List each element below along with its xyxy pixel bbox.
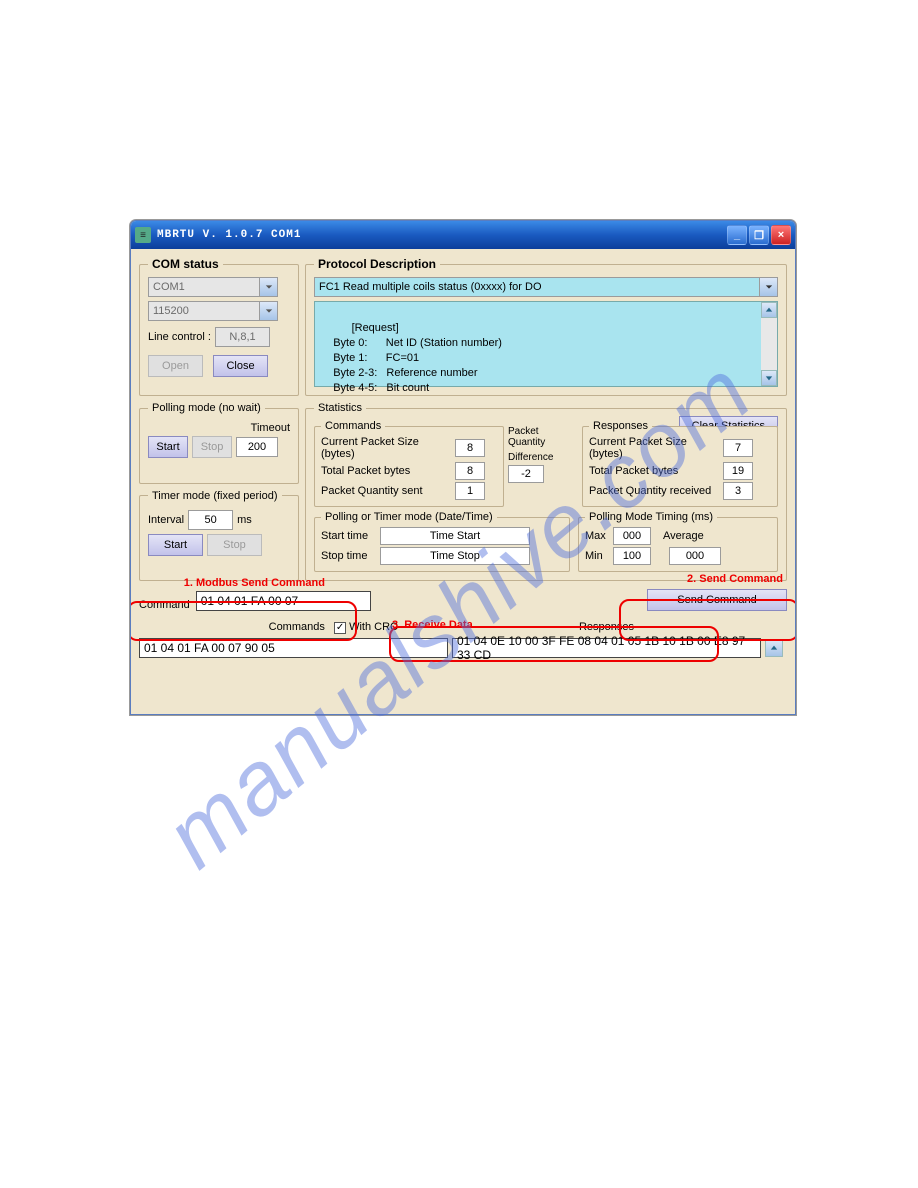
timer-start-button[interactable]: Start [148,534,203,556]
annotation-2-label: 2. Send Command [687,573,783,585]
app-window: ≡ MBRTU V. 1.0.7 COM1 _ ❐ × COM status C… [130,220,796,715]
sent-command-field: 01 04 01 FA 00 07 90 05 [139,638,448,658]
responses-stats-group: Responses Current Packet Size (bytes)7 T… [582,420,778,507]
cmd-tpb-label: Total Packet bytes [321,465,451,477]
timeout-field[interactable]: 200 [236,437,278,457]
cmd-pqs-value: 1 [455,482,485,500]
cmd-cps-label: Current Packet Size (bytes) [321,436,451,460]
min-label: Min [585,550,609,562]
polling-datetime-group: Polling or Timer mode (Date/Time) Start … [314,511,570,572]
chevron-down-icon [759,278,777,296]
ms-label: ms [237,514,252,526]
max-value: 000 [613,527,651,545]
chevron-down-icon [259,278,277,296]
with-crc-checkbox[interactable]: ✓ [334,622,346,634]
line-control-label: Line control : [148,331,211,343]
polling-datetime-legend: Polling or Timer mode (Date/Time) [321,511,497,523]
protocol-text: [Request] Byte 0: Net ID (Station number… [314,301,778,387]
resp-tpb-value: 19 [723,462,753,480]
min-value: 100 [613,547,651,565]
annotation-3-label: 3. Receive Data [392,619,473,631]
function-code-value: FC1 Read multiple coils status (0xxxx) f… [319,281,542,293]
cmd-pqs-label: Packet Quantity sent [321,485,451,497]
polling-mode-legend: Polling mode (no wait) [148,402,265,414]
com-status-group: COM status COM1 115200 Line control : N,… [139,257,299,396]
chevron-down-icon [259,302,277,320]
com-status-legend: COM status [148,257,223,271]
statistics-group: Statistics Clear Statistics Commands Cur… [305,402,787,581]
cmd-cps-value: 8 [455,439,485,457]
timeout-label: Timeout [251,422,290,434]
polling-stop-button[interactable]: Stop [192,436,232,458]
resp-cps-label: Current Packet Size (bytes) [589,436,719,460]
polling-start-button[interactable]: Start [148,436,188,458]
avg-label: Average [663,530,704,542]
stop-time-value: Time Stop [380,547,530,565]
app-icon: ≡ [135,227,151,243]
polling-timing-legend: Polling Mode Timing (ms) [585,511,717,523]
line-control-field: N,8,1 [215,327,270,347]
max-label: Max [585,530,609,542]
with-crc-label: With CRC [349,621,398,633]
commands-column-label: Commands [269,621,325,633]
send-command-button[interactable]: Send Command [647,589,787,611]
packet-diff-value: -2 [508,465,544,483]
restore-button[interactable]: ❐ [749,225,769,245]
command-label: Command [139,599,190,611]
resp-pqr-value: 3 [723,482,753,500]
resp-cps-value: 7 [723,439,753,457]
start-time-value: Time Start [380,527,530,545]
statistics-legend: Statistics [314,402,366,414]
commands-stats-legend: Commands [321,420,385,432]
avg-value: 000 [669,547,721,565]
received-response-field: 01 04 0E 10 00 3F FE 08 04 01 05 1B 10 1… [452,638,761,658]
resp-pqr-label: Packet Quantity received [589,485,719,497]
responses-stats-legend: Responses [589,420,652,432]
timer-mode-group: Timer mode (fixed period) Interval 50 ms… [139,490,299,582]
baud-value: 115200 [153,305,189,317]
cmd-tpb-value: 8 [455,462,485,480]
commands-stats-group: Commands Current Packet Size (bytes)8 To… [314,420,504,507]
responses-column-label: Responses [579,621,634,633]
command-input[interactable]: 01 04 01 FA 00 07 [196,591,371,611]
baud-select[interactable]: 115200 [148,301,278,321]
scrollbar[interactable] [761,302,777,386]
annotation-1-label: 1. Modbus Send Command [184,577,325,589]
close-com-button[interactable]: Close [213,355,268,377]
window-title: MBRTU V. 1.0.7 COM1 [157,229,727,241]
minimize-button[interactable]: _ [727,225,747,245]
resp-tpb-label: Total Packet bytes [589,465,719,477]
close-button[interactable]: × [771,225,791,245]
interval-label: Interval [148,514,184,526]
open-button[interactable]: Open [148,355,203,377]
protocol-group: Protocol Description FC1 Read multiple c… [305,257,787,396]
timer-stop-button[interactable]: Stop [207,534,262,556]
polling-timing-group: Polling Mode Timing (ms) Max 000 Average… [578,511,778,572]
function-code-select[interactable]: FC1 Read multiple coils status (0xxxx) f… [314,277,778,297]
packet-q-label: Packet Quantity [508,426,578,448]
interval-field[interactable]: 50 [188,510,233,530]
com-port-select[interactable]: COM1 [148,277,278,297]
packet-diff-label: Difference [508,452,578,463]
scroll-up-icon[interactable] [761,302,777,318]
protocol-body: [Request] Byte 0: Net ID (Station number… [321,322,502,394]
titlebar: ≡ MBRTU V. 1.0.7 COM1 _ ❐ × [131,221,795,249]
polling-mode-group: Polling mode (no wait) Timeout Start Sto… [139,402,299,484]
timer-mode-legend: Timer mode (fixed period) [148,490,282,502]
protocol-legend: Protocol Description [314,257,440,271]
stop-time-label: Stop time [321,550,376,562]
scroll-down-icon[interactable] [761,370,777,386]
com-port-value: COM1 [153,281,185,293]
start-time-label: Start time [321,530,376,542]
scroll-up-icon[interactable] [765,639,783,657]
